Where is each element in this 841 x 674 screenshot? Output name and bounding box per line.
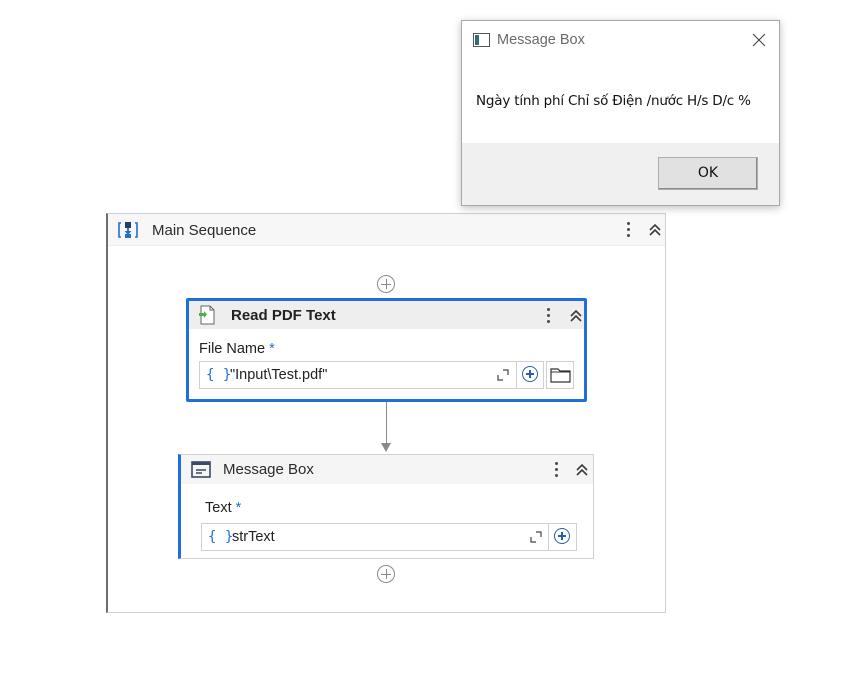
message-box-activity[interactable]: Message Box Text * { } strText bbox=[178, 454, 594, 559]
main-sequence-header[interactable]: Main Sequence bbox=[108, 214, 665, 246]
read-pdf-menu-kebab-icon[interactable] bbox=[543, 306, 553, 326]
read-pdf-title: Read PDF Text bbox=[231, 307, 336, 324]
flow-connector-line bbox=[386, 402, 387, 446]
dialog-title: Message Box bbox=[497, 32, 585, 48]
sequence-collapse-chevron-double-up-icon[interactable] bbox=[648, 223, 662, 237]
file-name-value: "Input\Test.pdf" bbox=[230, 367, 328, 383]
message-box-icon bbox=[191, 461, 211, 478]
read-pdf-header[interactable]: Read PDF Text bbox=[189, 301, 584, 329]
browse-file-folder-icon[interactable] bbox=[546, 361, 574, 389]
window-app-icon bbox=[473, 33, 490, 47]
message-box-collapse-chevron-double-up-icon[interactable] bbox=[575, 463, 589, 477]
dialog-titlebar[interactable]: Message Box bbox=[462, 21, 779, 59]
dialog-message-text: Ngày tính phí Chỉ số Điện /nước H/s D/c … bbox=[476, 93, 751, 109]
add-activity-top-plus-circle-icon[interactable] bbox=[377, 275, 395, 293]
text-field-label: Text * bbox=[205, 500, 242, 516]
message-box-header[interactable]: Message Box bbox=[181, 455, 593, 484]
text-input[interactable]: { } strText bbox=[201, 523, 577, 551]
message-box-title: Message Box bbox=[223, 461, 314, 478]
file-name-add-plus-circle-icon[interactable] bbox=[516, 362, 545, 388]
message-box-dialog[interactable]: Message Box Ngày tính phí Chỉ số Điện /n… bbox=[461, 20, 780, 206]
read-pdf-collapse-chevron-double-up-icon[interactable] bbox=[569, 309, 583, 323]
expression-brace-icon: { } bbox=[206, 367, 232, 383]
ok-button[interactable]: OK bbox=[658, 157, 758, 190]
close-icon[interactable] bbox=[751, 32, 767, 48]
add-activity-bottom-plus-circle-icon[interactable] bbox=[377, 565, 395, 583]
expand-editor-icon[interactable] bbox=[530, 531, 542, 543]
dialog-footer: OK bbox=[462, 143, 779, 205]
text-value: strText bbox=[232, 529, 275, 545]
message-box-menu-kebab-icon[interactable] bbox=[551, 460, 561, 480]
flow-connector-arrow bbox=[381, 443, 391, 452]
pdf-document-icon bbox=[199, 305, 215, 325]
file-name-label: File Name * bbox=[199, 341, 275, 357]
read-pdf-text-activity[interactable]: Read PDF Text File Name * { } "Input\Tes… bbox=[186, 298, 587, 402]
main-sequence-title: Main Sequence bbox=[152, 222, 257, 239]
sequence-menu-kebab-icon[interactable] bbox=[623, 220, 633, 240]
expression-brace-icon: { } bbox=[208, 529, 234, 545]
sequence-icon bbox=[118, 222, 138, 238]
text-add-plus-circle-icon[interactable] bbox=[548, 524, 577, 550]
expand-editor-icon[interactable] bbox=[497, 369, 509, 381]
file-name-input[interactable]: { } "Input\Test.pdf" bbox=[199, 361, 544, 389]
